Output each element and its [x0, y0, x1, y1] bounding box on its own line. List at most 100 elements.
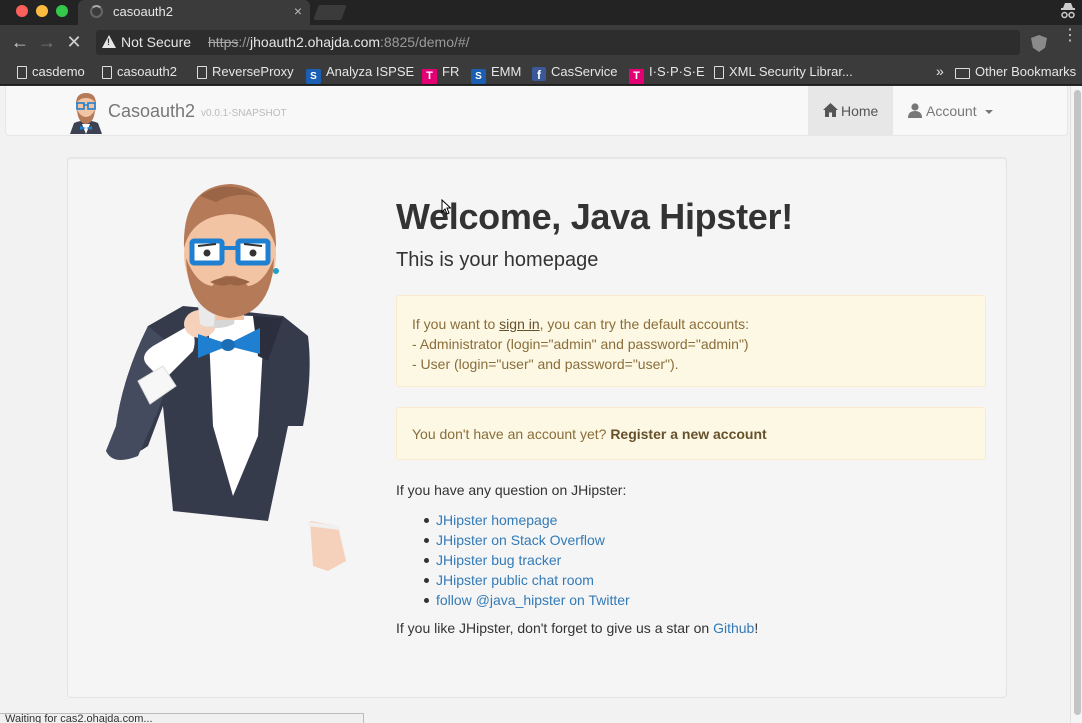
browser-status-bar: Waiting for cas2.ohajda.com... — [0, 713, 364, 723]
list-item: JHipster homepage — [396, 510, 630, 530]
url-scheme: https — [208, 34, 239, 50]
address-bar[interactable]: Not Secure https://jhoauth2.ohajda.com:8… — [96, 30, 1020, 55]
user-icon — [908, 103, 922, 118]
register-prefix: You don't have an account yet? — [412, 426, 611, 442]
bookmarks-overflow-button[interactable]: » — [936, 63, 944, 79]
browser-menu-icon[interactable]: ⋮ — [1062, 28, 1078, 44]
github-star-text: If you like JHipster, don't forget to gi… — [396, 620, 758, 636]
stack-overflow-link[interactable]: JHipster on Stack Overflow — [436, 532, 605, 548]
bookmark-label: EMM — [491, 64, 522, 79]
extension-shield-icon[interactable] — [1031, 35, 1047, 52]
bookmark-item[interactable]: T FR — [422, 64, 460, 84]
star-suffix: ! — [754, 620, 759, 636]
scrollbar-thumb[interactable] — [1074, 90, 1081, 715]
browser-tab[interactable]: casoauth2 × — [78, 0, 310, 25]
signin-link[interactable]: sign in — [499, 316, 539, 332]
help-links-list: JHipster homepage JHipster on Stack Over… — [396, 510, 630, 610]
window-zoom-button[interactable] — [56, 5, 68, 17]
brand-name[interactable]: Casoauth2 — [108, 101, 195, 122]
alert-suffix: , you can try the default accounts: — [539, 316, 749, 332]
security-indicator[interactable]: Not Secure — [121, 34, 191, 50]
url-separator: :// — [238, 34, 251, 50]
bookmark-label: XML Security Librar... — [729, 64, 853, 79]
sharepoint-icon: S — [306, 69, 321, 84]
admin-account-hint: - Administrator (login="admin" and passw… — [412, 336, 749, 352]
alert-prefix: If you want to — [412, 316, 500, 332]
loading-spinner-icon — [90, 5, 103, 18]
bookmark-item[interactable]: S EMM — [471, 64, 522, 84]
other-bookmarks-label: Other Bookmarks — [975, 64, 1077, 79]
list-item: follow @java_hipster on Twitter — [396, 590, 630, 610]
hipster-logo-icon[interactable] — [66, 90, 106, 134]
status-text: Waiting for cas2.ohajda.com... — [5, 713, 153, 723]
page-viewport: Casoauth2 v0.0.1-SNAPSHOT Home Account W… — [0, 86, 1082, 723]
github-link[interactable]: Github — [713, 620, 754, 636]
page-icon — [197, 66, 207, 79]
other-bookmarks-folder[interactable]: Other Bookmarks — [955, 64, 1076, 81]
bookmark-item[interactable]: casdemo — [17, 64, 85, 81]
bookmark-label: I·S·P·S·E — [649, 64, 705, 79]
telekom-icon: T — [629, 69, 644, 84]
tab-close-button[interactable]: × — [294, 3, 302, 19]
nav-account-dropdown[interactable]: Account — [908, 86, 1008, 136]
bug-tracker-link[interactable]: JHipster bug tracker — [436, 552, 561, 568]
new-tab-button[interactable] — [313, 5, 347, 20]
hero-well: Welcome, Java Hipster! This is your home… — [67, 157, 1007, 698]
incognito-icon — [1061, 3, 1075, 19]
home-icon — [823, 103, 838, 117]
nav-home-link[interactable]: Home — [808, 86, 893, 136]
mouse-cursor-icon — [441, 199, 451, 215]
bookmark-item[interactable]: T I·S·P·S·E — [629, 64, 705, 84]
browser-toolbar: ← → ✕ Not Secure https://jhoauth2.ohajda… — [0, 25, 1082, 60]
browser-tab-bar: casoauth2 × — [0, 0, 1082, 25]
register-link[interactable]: Register a new account — [610, 426, 766, 442]
bookmark-label: casdemo — [32, 64, 85, 79]
brand-version: v0.0.1-SNAPSHOT — [201, 108, 287, 119]
facebook-icon: f — [532, 67, 546, 82]
url-text: https://jhoauth2.ohajda.com:8825/demo/#/ — [208, 34, 470, 50]
url-path: :8825/demo/#/ — [380, 34, 470, 50]
tab-title: casoauth2 — [113, 4, 173, 19]
bookmark-item[interactable]: f CasService — [532, 64, 618, 82]
bookmark-label: ReverseProxy — [212, 64, 294, 79]
warning-icon — [102, 35, 116, 48]
twitter-link[interactable]: follow @java_hipster on Twitter — [436, 592, 630, 608]
stop-loading-button[interactable]: ✕ — [64, 32, 84, 52]
window-minimize-button[interactable] — [36, 5, 48, 17]
app-navbar: Casoauth2 v0.0.1-SNAPSHOT Home Account — [5, 86, 1068, 136]
bookmark-label: FR — [442, 64, 460, 79]
page-icon — [17, 66, 27, 79]
register-alert: You don't have an account yet? Register … — [396, 407, 986, 460]
forward-button[interactable]: → — [37, 32, 57, 52]
page-icon — [714, 66, 724, 79]
bookmark-item[interactable]: S Analyza ISPSE — [306, 64, 415, 84]
nav-account-label: Account — [926, 103, 977, 119]
sharepoint-icon: S — [471, 69, 486, 84]
chevron-down-icon — [985, 110, 993, 114]
list-item: JHipster public chat room — [396, 570, 630, 590]
folder-icon — [955, 68, 970, 79]
bookmark-item[interactable]: casoauth2 — [102, 64, 177, 81]
list-item: JHipster bug tracker — [396, 550, 630, 570]
bookmark-label: casoauth2 — [117, 64, 177, 79]
list-item: JHipster on Stack Overflow — [396, 530, 630, 550]
bookmark-item[interactable]: XML Security Librar... — [714, 64, 853, 81]
page-title: Welcome, Java Hipster! — [396, 196, 793, 237]
question-text: If you have any question on JHipster: — [396, 482, 627, 498]
bookmark-label: CasService — [551, 64, 618, 79]
page-icon — [102, 66, 112, 79]
hipster-illustration — [106, 184, 346, 571]
bookmark-item[interactable]: ReverseProxy — [197, 64, 294, 81]
telekom-icon: T — [422, 69, 437, 84]
page-lead: This is your homepage — [396, 249, 599, 271]
url-host: jhoauth2.ohajda.com — [250, 34, 381, 50]
window-close-button[interactable] — [16, 5, 28, 17]
back-button[interactable]: ← — [10, 32, 30, 52]
page-scrollbar[interactable] — [1070, 86, 1082, 723]
nav-home-label: Home — [841, 103, 879, 119]
star-prefix: If you like JHipster, don't forget to gi… — [396, 620, 714, 636]
alert-line: If you want to sign in, you can try the … — [412, 314, 970, 334]
jhipster-homepage-link[interactable]: JHipster homepage — [436, 512, 557, 528]
bookmark-label: Analyza ISPSE — [326, 64, 415, 79]
chat-room-link[interactable]: JHipster public chat room — [436, 572, 594, 588]
